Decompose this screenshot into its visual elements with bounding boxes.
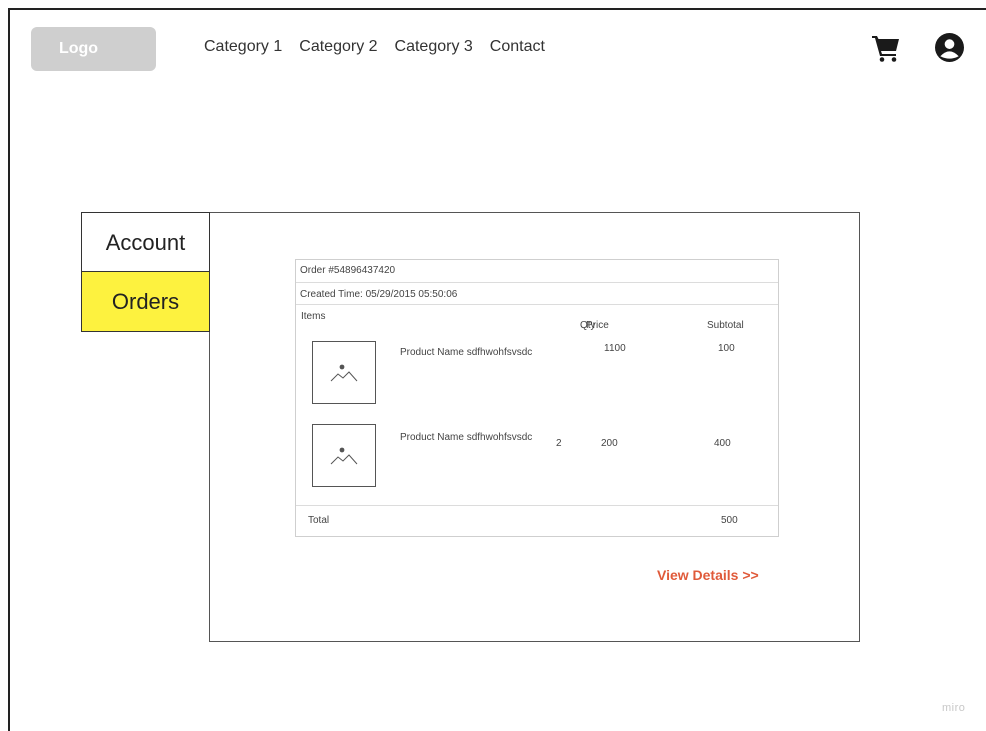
- divider: [296, 505, 778, 506]
- product-image[interactable]: [312, 341, 376, 404]
- item-subtotal: 100: [718, 343, 735, 354]
- nav-category-1[interactable]: Category 1: [204, 38, 282, 56]
- item-subtotal: 400: [714, 438, 731, 449]
- items-header: Items: [301, 311, 326, 322]
- tab-account[interactable]: Account: [81, 212, 210, 273]
- subtotal-header: Subtotal: [707, 320, 744, 331]
- order-created-time: Created Time: 05/29/2015 05:50:06: [300, 289, 458, 300]
- total-value: 500: [721, 515, 738, 526]
- item-price: 200: [601, 438, 618, 449]
- logo[interactable]: Logo: [31, 27, 156, 71]
- user-icon[interactable]: [935, 33, 964, 62]
- divider: [296, 304, 778, 305]
- image-placeholder-icon: [330, 447, 358, 464]
- divider: [296, 282, 778, 283]
- nav-category-3[interactable]: Category 3: [395, 38, 473, 56]
- nav-category-2[interactable]: Category 2: [299, 38, 377, 56]
- item-price: 100: [609, 343, 626, 354]
- total-label: Total: [308, 515, 330, 526]
- nav-contact[interactable]: Contact: [490, 38, 545, 56]
- order-number: Order #54896437420: [300, 265, 396, 276]
- item-qty: 2: [556, 438, 562, 449]
- main-nav: Category 1 Category 2 Category 3 Contact: [204, 38, 545, 56]
- order-card: Order #54896437420 Created Time: 05/29/2…: [295, 259, 779, 537]
- view-details-link[interactable]: View Details >>: [657, 567, 759, 583]
- product-name[interactable]: Product Name sdfhwohfsvsdc: [400, 432, 532, 443]
- cart-icon[interactable]: [872, 34, 900, 62]
- watermark: miro: [942, 702, 966, 714]
- product-image[interactable]: [312, 424, 376, 487]
- tab-orders[interactable]: Orders: [81, 271, 210, 332]
- image-placeholder-icon: [330, 364, 358, 381]
- product-name[interactable]: Product Name sdfhwohfsvsdc: [400, 347, 532, 358]
- price-header: Price: [586, 320, 609, 331]
